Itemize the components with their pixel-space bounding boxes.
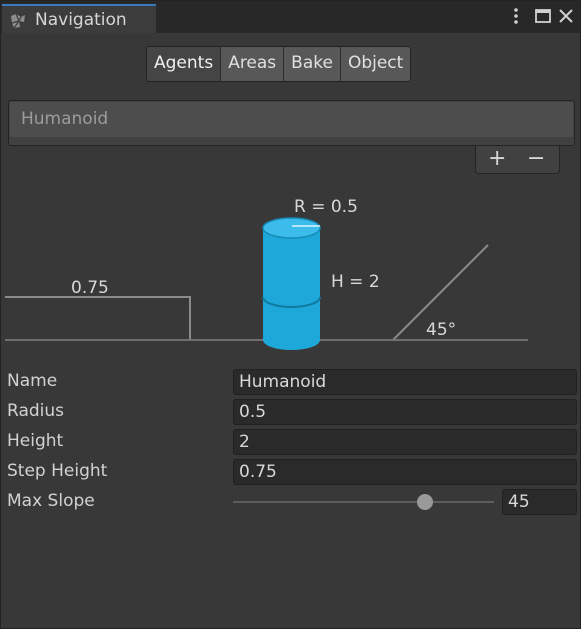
remove-agent-button[interactable]: −	[527, 146, 545, 172]
agent-diagram: R = 0.5 H = 2 0.75 45°	[5, 197, 528, 350]
radius-field[interactable]: 0.5	[233, 399, 577, 425]
name-row: Name Humanoid	[1, 369, 581, 395]
height-label: Height	[7, 431, 64, 451]
navigation-window: Navigation Agents Areas Bake Object Huma…	[0, 0, 581, 629]
slope-label: 45°	[426, 320, 456, 340]
height-row: Height 2	[1, 429, 581, 455]
max-slope-slider-thumb[interactable]	[416, 494, 433, 510]
title-bar: Navigation	[1, 1, 580, 33]
name-label: Name	[7, 371, 58, 391]
list-footer: + −	[475, 146, 560, 174]
add-agent-button[interactable]: +	[488, 146, 506, 172]
step-height-row: Step Height 0.75	[1, 459, 581, 485]
window-tab[interactable]: Navigation	[2, 4, 156, 33]
step-height-field[interactable]: 0.75	[233, 459, 577, 485]
tab-agents[interactable]: Agents	[147, 47, 222, 81]
radius-label: Radius	[7, 401, 65, 421]
tab-object[interactable]: Object	[340, 47, 411, 81]
radius-row: Radius 0.5	[1, 399, 581, 425]
step-label: 0.75	[71, 278, 109, 298]
mode-tabs: Agents Areas Bake Object	[146, 46, 412, 82]
max-slope-label: Max Slope	[7, 491, 95, 511]
tab-areas[interactable]: Areas	[221, 47, 285, 81]
max-slope-field[interactable]: 45	[502, 489, 577, 515]
name-field[interactable]: Humanoid	[233, 369, 577, 395]
height-label: H = 2	[331, 272, 380, 292]
agent-list: Humanoid	[8, 100, 575, 146]
radius-label: R = 0.5	[294, 197, 358, 217]
tab-bake[interactable]: Bake	[284, 47, 341, 81]
list-item[interactable]: Humanoid	[10, 102, 573, 137]
close-icon[interactable]	[556, 6, 576, 26]
window-title: Navigation	[35, 10, 127, 30]
agent-cylinder	[262, 217, 321, 350]
navmesh-icon	[11, 13, 25, 29]
max-slope-slider[interactable]	[233, 501, 494, 503]
max-slope-row: Max Slope 45	[1, 489, 581, 515]
height-field[interactable]: 2	[233, 429, 577, 455]
maximize-icon[interactable]	[533, 6, 553, 26]
kebab-menu-icon[interactable]	[506, 6, 526, 26]
step-height-label: Step Height	[7, 461, 108, 481]
